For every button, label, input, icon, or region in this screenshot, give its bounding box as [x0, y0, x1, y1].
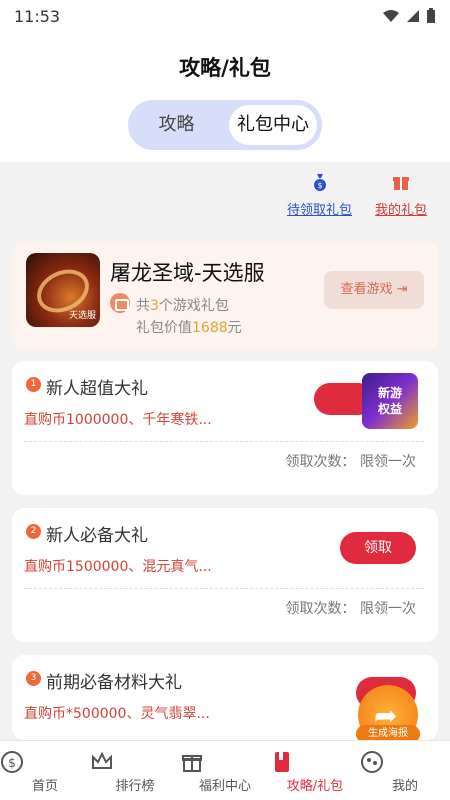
- tab-guide-gift[interactable]: 攻略/礼包: [270, 741, 360, 800]
- gift-value: 礼包价值1688元: [136, 320, 242, 336]
- pack-desc: 直购币1500000、混元真气...: [24, 559, 212, 575]
- gift-links: $ 待领取礼包 我的礼包: [0, 172, 450, 222]
- claim-button[interactable]: 领取: [340, 532, 416, 564]
- pending-gifts-label: 待领取礼包: [287, 203, 353, 218]
- gift-box-icon: [182, 755, 202, 772]
- game-name: 屠龙圣域-天选服: [110, 261, 265, 285]
- tab-gift-center[interactable]: 礼包中心: [229, 105, 317, 145]
- pack-index-badge: 1: [26, 377, 41, 392]
- status-bar: 11:53: [0, 0, 450, 32]
- gift-pack-card: 1 新人超值大礼 直购币1000000、千年寒铁... 新游 权益 领取次数： …: [12, 361, 438, 495]
- wifi-icon: [383, 10, 399, 22]
- pack-title: 前期必备材料大礼: [46, 673, 182, 693]
- svg-text:$: $: [8, 756, 16, 770]
- game-cover-image[interactable]: 天选服: [26, 253, 100, 327]
- pack-divider: [24, 588, 424, 589]
- new-game-promo-badge[interactable]: 新游 权益: [362, 373, 418, 429]
- pack-divider: [24, 441, 424, 442]
- pending-gifts-link[interactable]: $ 待领取礼包: [287, 172, 352, 218]
- home-coin-icon: $: [1, 751, 23, 773]
- segment-control: 攻略 礼包中心: [128, 100, 322, 150]
- pack-title: 新人超值大礼: [46, 379, 148, 399]
- gift-count-icon: [110, 293, 130, 313]
- my-gifts-link[interactable]: 我的礼包: [375, 172, 427, 218]
- game-card: 天选服 屠龙圣域-天选服 共3个游戏礼包 礼包价值1688元 查看游戏 ⇥: [12, 241, 438, 351]
- pack-desc: 直购币*500000、灵气翡翠...: [24, 706, 210, 722]
- tab-home[interactable]: $ 首页: [0, 741, 90, 800]
- enter-icon: ⇥: [396, 282, 408, 297]
- page-title: 攻略/礼包: [179, 56, 271, 80]
- gift-icon: [393, 177, 409, 190]
- tab-ranking[interactable]: 排行榜: [90, 741, 180, 800]
- game-cover-tag: 天选服: [68, 311, 96, 321]
- book-icon: [275, 752, 289, 772]
- claim-limit: 领取次数： 限领一次: [285, 454, 416, 470]
- status-icons: [382, 8, 436, 24]
- status-time: 11:53: [14, 6, 61, 26]
- pack-index-badge: 3: [26, 671, 41, 686]
- tab-profile[interactable]: 我的: [360, 741, 450, 800]
- tab-welfare[interactable]: 福利中心: [180, 741, 270, 800]
- signal-icon: [407, 10, 419, 22]
- battery-icon: [427, 8, 435, 23]
- bottom-tab-bar: $ 首页 排行榜 福利中心 攻略/礼包 我的: [0, 740, 450, 800]
- view-game-button[interactable]: 查看游戏 ⇥: [324, 271, 424, 309]
- money-bag-icon: $: [313, 174, 326, 191]
- claim-limit: 领取次数： 限领一次: [285, 601, 416, 617]
- gift-pack-card: 2 新人必备大礼 直购币1500000、混元真气... 领取 领取次数： 限领一…: [12, 508, 438, 642]
- tab-guide[interactable]: 攻略: [128, 100, 225, 150]
- pack-index-badge: 2: [26, 524, 41, 539]
- svg-text:$: $: [317, 181, 322, 190]
- crown-icon: [92, 751, 112, 769]
- profile-icon: [361, 751, 383, 773]
- pack-title: 新人必备大礼: [46, 526, 148, 546]
- gift-count: 共3个游戏礼包: [136, 298, 229, 314]
- my-gifts-label: 我的礼包: [375, 203, 428, 218]
- pack-desc: 直购币1000000、千年寒铁...: [24, 412, 212, 428]
